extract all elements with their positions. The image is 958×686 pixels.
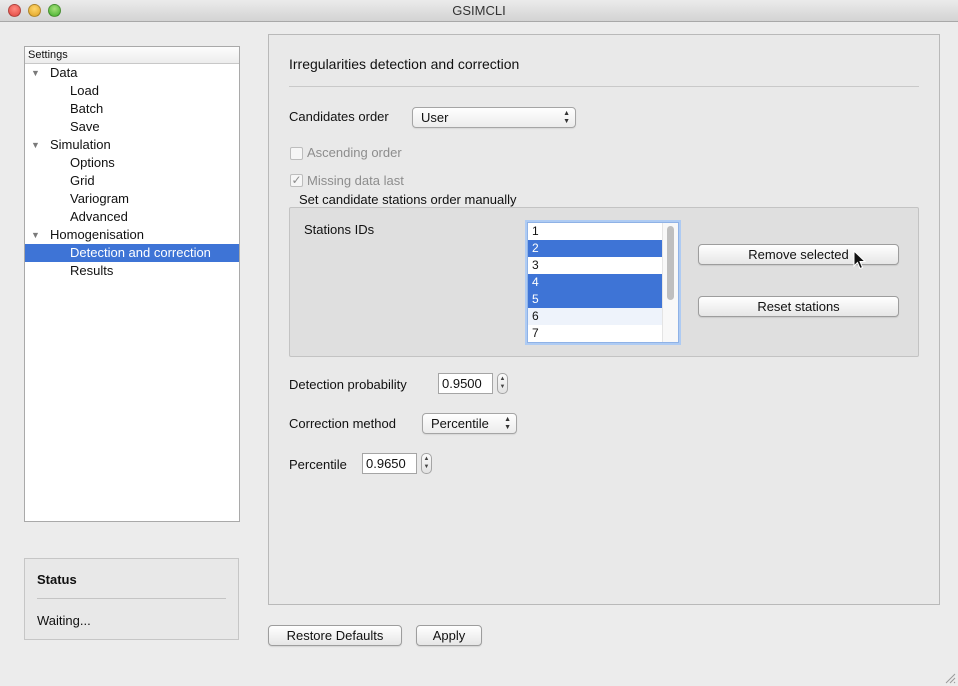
detection-correction-panel: Irregularities detection and correction …	[268, 34, 940, 605]
stations-list[interactable]: 1234567	[527, 222, 679, 343]
tree-item-results[interactable]: Results	[25, 262, 239, 280]
station-item[interactable]: 7	[528, 325, 662, 342]
tree-item-label: Batch	[70, 101, 104, 116]
candidates-order-value: User	[421, 110, 449, 125]
tree-item-simulation[interactable]: ▼ Simulation	[25, 136, 239, 154]
tree-item-variogram[interactable]: Variogram	[25, 190, 239, 208]
minimize-window-icon[interactable]	[28, 4, 41, 17]
window-title: GSIMCLI	[452, 3, 506, 18]
station-item[interactable]: 6	[528, 308, 662, 325]
close-window-icon[interactable]	[8, 4, 21, 17]
tree-item-save[interactable]: Save	[25, 118, 239, 136]
tree-item-label: Homogenisation	[50, 227, 144, 242]
ascending-order-label: Ascending order	[307, 145, 402, 160]
tree-item-detection-and-correction[interactable]: Detection and correction	[25, 244, 239, 262]
status-box: Status Waiting...	[24, 558, 239, 640]
panel-divider	[289, 86, 919, 87]
reset-stations-button[interactable]: Reset stations	[698, 296, 899, 317]
status-text: Waiting...	[37, 613, 91, 628]
tree-item-advanced[interactable]: Advanced	[25, 208, 239, 226]
title-bar: GSIMCLI	[0, 0, 958, 22]
correction-method-label: Correction method	[289, 416, 396, 431]
tree-header[interactable]: Settings	[25, 47, 239, 64]
tree-item-homogenisation[interactable]: ▼ Homogenisation	[25, 226, 239, 244]
stepper-arrows-icon[interactable]: ▲ ▼	[497, 373, 508, 394]
apply-button[interactable]: Apply	[416, 625, 482, 646]
tree-item-label: Load	[70, 83, 99, 98]
disclosure-triangle-icon[interactable]: ▼	[31, 136, 40, 154]
status-divider	[37, 598, 226, 599]
detection-probability-input[interactable]: 0.9500	[438, 373, 493, 394]
tree-item-label: Simulation	[50, 137, 111, 152]
station-item[interactable]: 3	[528, 257, 662, 274]
checkmark-icon: ✓	[291, 173, 302, 187]
tree-item-label: Results	[70, 263, 114, 278]
percentile-label: Percentile	[289, 457, 347, 472]
stations-scrollbar[interactable]	[662, 223, 678, 342]
tree-item-label: Detection and correction	[70, 245, 211, 260]
percentile-input[interactable]: 0.9650	[362, 453, 417, 474]
ascending-order-checkbox[interactable]	[290, 147, 303, 160]
candidates-order-label: Candidates order	[289, 109, 389, 124]
station-item[interactable]: 4	[528, 274, 662, 291]
stations-scroll-thumb[interactable]	[667, 226, 674, 300]
stepper-arrows-icon[interactable]: ▲ ▼	[421, 453, 432, 474]
tree-item-label: Options	[70, 155, 115, 170]
tree-item-label: Advanced	[70, 209, 128, 224]
missing-data-last-checkbox[interactable]: ✓	[290, 174, 303, 187]
disclosure-triangle-icon[interactable]: ▼	[31, 226, 40, 244]
missing-data-last-label: Missing data last	[307, 173, 404, 188]
tree-item-label: Grid	[70, 173, 95, 188]
resize-grip-icon[interactable]	[944, 672, 956, 684]
tree-item-options[interactable]: Options	[25, 154, 239, 172]
disclosure-triangle-icon[interactable]: ▼	[31, 64, 40, 82]
combo-arrows-icon: ▲ ▼	[563, 110, 570, 125]
mouse-pointer-icon	[853, 250, 867, 270]
tree-item-grid[interactable]: Grid	[25, 172, 239, 190]
detection-probability-label: Detection probability	[289, 377, 407, 392]
correction-method-combo[interactable]: Percentile ▲ ▼	[422, 413, 517, 434]
tree-item-load[interactable]: Load	[25, 82, 239, 100]
candidates-order-combo[interactable]: User ▲ ▼	[412, 107, 576, 128]
manual-order-group-title: Set candidate stations order manually	[299, 192, 517, 207]
tree-item-label: Data	[50, 65, 78, 80]
combo-arrows-icon: ▲ ▼	[504, 416, 511, 431]
correction-method-value: Percentile	[431, 416, 489, 431]
station-rows: 1234567	[528, 223, 678, 342]
tree-item-batch[interactable]: Batch	[25, 100, 239, 118]
station-item[interactable]: 5	[528, 291, 662, 308]
stations-ids-label: Stations IDs	[304, 222, 375, 237]
remove-selected-button[interactable]: Remove selected	[698, 244, 899, 265]
settings-tree[interactable]: Settings ▼ Data Load Batch Save ▼ Simulation Op…	[24, 46, 240, 522]
zoom-window-icon[interactable]	[48, 4, 61, 17]
station-item[interactable]: 1	[528, 223, 662, 240]
tree-item-label: Variogram	[70, 191, 130, 206]
tree-item-data[interactable]: ▼ Data	[25, 64, 239, 82]
status-title: Status	[37, 572, 77, 587]
panel-title: Irregularities detection and correction	[289, 56, 520, 72]
tree-items: ▼ Data Load Batch Save ▼ Simulation Options Grid…	[25, 64, 239, 280]
tree-item-label: Save	[70, 119, 100, 134]
restore-defaults-button[interactable]: Restore Defaults	[268, 625, 402, 646]
manual-order-group: Stations IDs 1234567 Remove selected Res…	[289, 207, 919, 357]
station-item[interactable]: 2	[528, 240, 662, 257]
